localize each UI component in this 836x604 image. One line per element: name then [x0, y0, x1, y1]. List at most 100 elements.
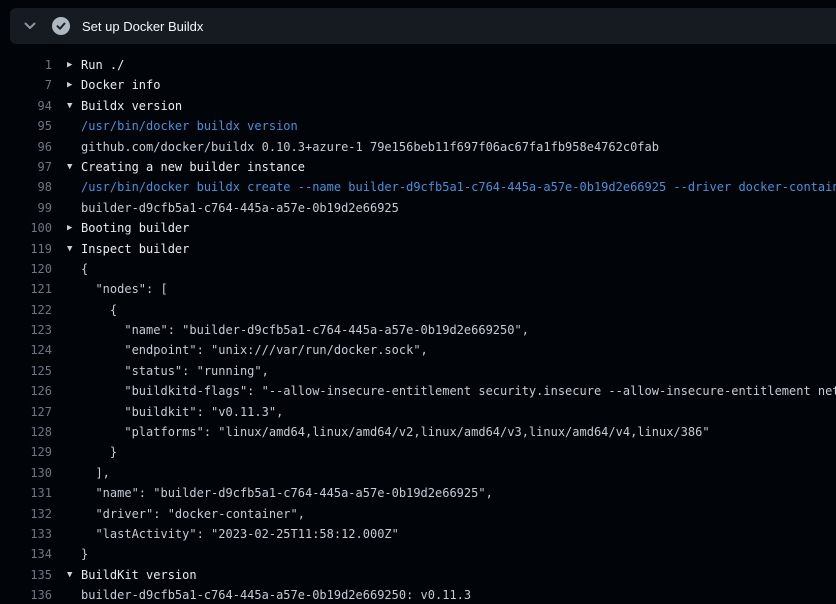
step-status-check-icon — [52, 17, 70, 35]
group-toggle-icon[interactable]: ▼ — [67, 96, 81, 116]
line-number[interactable]: 98 — [0, 177, 52, 197]
step-header[interactable]: Set up Docker Buildx — [10, 8, 836, 44]
log-line-text: github.com/docker/buildx 0.10.3+azure-1 … — [81, 137, 659, 157]
line-number[interactable]: 97 — [0, 157, 52, 177]
line-number[interactable]: 95 — [0, 116, 52, 136]
line-number[interactable]: 99 — [0, 198, 52, 218]
log-line-text: ], — [81, 463, 110, 483]
marker-spacer — [67, 259, 81, 279]
log-line: 95 /usr/bin/docker buildx version — [0, 116, 836, 136]
marker-spacer — [67, 422, 81, 442]
line-number[interactable]: 133 — [0, 524, 52, 544]
step-title: Set up Docker Buildx — [82, 19, 203, 34]
line-number[interactable]: 134 — [0, 544, 52, 564]
log-line: 121 "nodes": [ — [0, 279, 836, 299]
group-toggle-icon[interactable]: ▶ — [67, 55, 81, 75]
log-line: 133 "lastActivity": "2023-02-25T11:58:12… — [0, 524, 836, 544]
line-number[interactable]: 135 — [0, 565, 52, 585]
log-line-text: { — [81, 300, 117, 320]
log-line-text: "name": "builder-d9cfb5a1-c764-445a-a57e… — [81, 320, 529, 340]
log-line[interactable]: 7 ▶ Docker info — [0, 75, 836, 95]
line-number[interactable]: 7 — [0, 75, 52, 95]
log-area: 1 ▶ Run ./ 7 ▶ Docker info 94 ▼ Buildx v… — [0, 55, 836, 604]
log-line-text: } — [81, 544, 88, 564]
line-number[interactable]: 132 — [0, 504, 52, 524]
log-line: 126 "buildkitd-flags": "--allow-insecure… — [0, 381, 836, 401]
group-toggle-icon[interactable]: ▼ — [67, 239, 81, 259]
log-line[interactable]: 135 ▼ BuildKit version — [0, 565, 836, 585]
log-line[interactable]: 100 ▶ Booting builder — [0, 218, 836, 238]
line-number[interactable]: 130 — [0, 463, 52, 483]
line-number[interactable]: 94 — [0, 96, 52, 116]
marker-spacer — [67, 116, 81, 136]
marker-spacer — [67, 504, 81, 524]
marker-spacer — [67, 524, 81, 544]
group-toggle-icon[interactable]: ▶ — [67, 75, 81, 95]
marker-spacer — [67, 483, 81, 503]
log-line: 98 /usr/bin/docker buildx create --name … — [0, 177, 836, 197]
line-number[interactable]: 125 — [0, 361, 52, 381]
log-line-text: "name": "builder-d9cfb5a1-c764-445a-a57e… — [81, 483, 493, 503]
line-number[interactable]: 1 — [0, 55, 52, 75]
group-toggle-icon[interactable]: ▼ — [67, 157, 81, 177]
log-line: 99 builder-d9cfb5a1-c764-445a-a57e-0b19d… — [0, 198, 836, 218]
line-number[interactable]: 127 — [0, 402, 52, 422]
log-line: 123 "name": "builder-d9cfb5a1-c764-445a-… — [0, 320, 836, 340]
line-number[interactable]: 119 — [0, 239, 52, 259]
log-line-text: BuildKit version — [81, 565, 197, 585]
log-line-text: /usr/bin/docker buildx create --name bui… — [81, 177, 836, 197]
log-line[interactable]: 97 ▼ Creating a new builder instance — [0, 157, 836, 177]
log-line-text: "nodes": [ — [81, 279, 168, 299]
line-number[interactable]: 122 — [0, 300, 52, 320]
log-line-text: Run ./ — [81, 55, 124, 75]
marker-spacer — [67, 442, 81, 462]
log-line-text: "lastActivity": "2023-02-25T11:58:12.000… — [81, 524, 399, 544]
log-line-text: "status": "running", — [81, 361, 269, 381]
line-number[interactable]: 96 — [0, 137, 52, 157]
log-line: 130 ], — [0, 463, 836, 483]
line-number[interactable]: 100 — [0, 218, 52, 238]
log-line-text: Booting builder — [81, 218, 189, 238]
marker-spacer — [67, 340, 81, 360]
line-number[interactable]: 126 — [0, 381, 52, 401]
log-line-text: } — [81, 442, 117, 462]
log-line: 128 "platforms": "linux/amd64,linux/amd6… — [0, 422, 836, 442]
log-line-text: "buildkit": "v0.11.3", — [81, 402, 283, 422]
line-number[interactable]: 120 — [0, 259, 52, 279]
line-number[interactable]: 128 — [0, 422, 52, 442]
marker-spacer — [67, 320, 81, 340]
log-line[interactable]: 1 ▶ Run ./ — [0, 55, 836, 75]
marker-spacer — [67, 300, 81, 320]
log-line[interactable]: 119 ▼ Inspect builder — [0, 239, 836, 259]
log-line: 96 github.com/docker/buildx 0.10.3+azure… — [0, 137, 836, 157]
log-line: 131 "name": "builder-d9cfb5a1-c764-445a-… — [0, 483, 836, 503]
log-line: 136 builder-d9cfb5a1-c764-445a-a57e-0b19… — [0, 585, 836, 604]
log-line: 124 "endpoint": "unix:///var/run/docker.… — [0, 340, 836, 360]
line-number[interactable]: 121 — [0, 279, 52, 299]
log-line: 129 } — [0, 442, 836, 462]
log-line-text: { — [81, 259, 88, 279]
log-line: 125 "status": "running", — [0, 361, 836, 381]
marker-spacer — [67, 177, 81, 197]
line-number[interactable]: 131 — [0, 483, 52, 503]
log-line: 134 } — [0, 544, 836, 564]
line-number[interactable]: 129 — [0, 442, 52, 462]
actions-log-viewer: Set up Docker Buildx 1 ▶ Run ./ 7 ▶ Dock… — [0, 0, 836, 604]
log-line-text: Buildx version — [81, 96, 182, 116]
log-line-text: Docker info — [81, 75, 160, 95]
log-line[interactable]: 94 ▼ Buildx version — [0, 96, 836, 116]
group-toggle-icon[interactable]: ▶ — [67, 218, 81, 238]
line-number[interactable]: 123 — [0, 320, 52, 340]
group-toggle-icon[interactable]: ▼ — [67, 565, 81, 585]
log-line-text: builder-d9cfb5a1-c764-445a-a57e-0b19d2e6… — [81, 585, 471, 604]
marker-spacer — [67, 279, 81, 299]
marker-spacer — [67, 198, 81, 218]
line-number[interactable]: 124 — [0, 340, 52, 360]
log-line-text: "endpoint": "unix:///var/run/docker.sock… — [81, 340, 428, 360]
log-line-text: Inspect builder — [81, 239, 189, 259]
log-line-text: Creating a new builder instance — [81, 157, 305, 177]
log-line-text: builder-d9cfb5a1-c764-445a-a57e-0b19d2e6… — [81, 198, 399, 218]
chevron-down-icon[interactable] — [22, 18, 38, 34]
line-number[interactable]: 136 — [0, 585, 52, 604]
log-line: 132 "driver": "docker-container", — [0, 504, 836, 524]
